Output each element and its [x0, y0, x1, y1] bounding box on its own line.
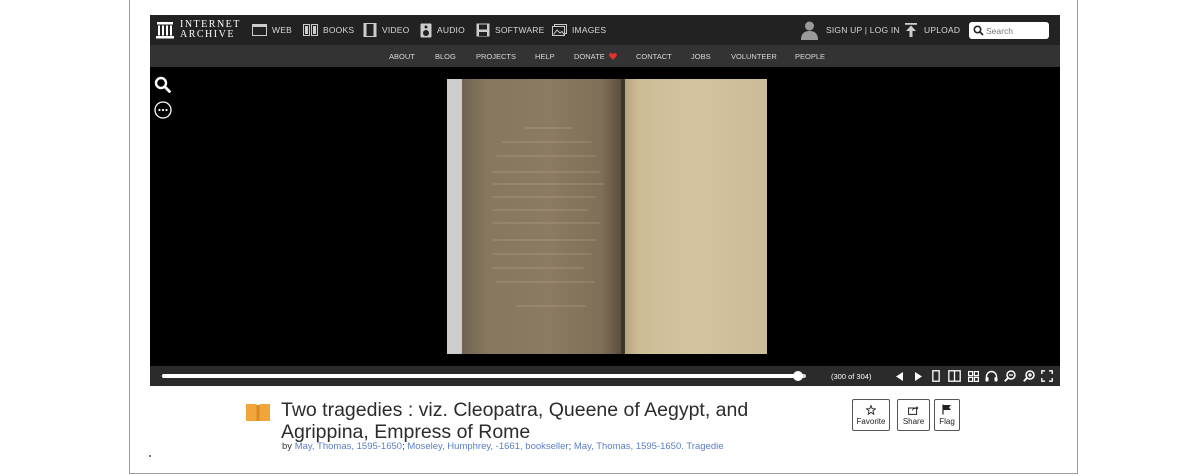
fullscreen-button[interactable] — [1040, 369, 1054, 383]
nav-software-label: SOFTWARE — [495, 25, 545, 35]
nav-web[interactable]: WEB — [252, 15, 292, 45]
zoom-out-button[interactable] — [1003, 369, 1017, 383]
reader-controls: (300 of 304) — [150, 366, 1060, 386]
headphones-icon — [985, 370, 997, 382]
search-icon — [973, 25, 984, 36]
read-aloud-button[interactable] — [984, 369, 998, 383]
next-page-button[interactable] — [911, 369, 925, 383]
right-page[interactable] — [625, 79, 767, 354]
fullscreen-icon — [1041, 370, 1053, 382]
nav-books-label: BOOKS — [323, 25, 355, 35]
logo-line-2: ARCHIVE — [180, 29, 235, 40]
book-reader — [150, 67, 1060, 366]
flag-button[interactable]: Flag — [934, 399, 960, 431]
favorite-label: Favorite — [856, 417, 886, 426]
nav-images-label: IMAGES — [572, 25, 607, 35]
triangle-left-icon — [896, 371, 903, 381]
page-slider-handle[interactable] — [792, 371, 803, 381]
archive-building-icon — [156, 21, 174, 39]
subnav-donate-label: DONATE — [574, 51, 605, 61]
account-link[interactable]: SIGN UP | LOG IN — [801, 15, 900, 45]
page-slider[interactable] — [162, 371, 806, 381]
flag-label: Flag — [939, 417, 955, 426]
nav-audio[interactable]: AUDIO — [420, 15, 465, 45]
star-icon — [866, 404, 876, 415]
images-icon — [552, 24, 567, 36]
item-byline: by May, Thomas, 1595-1650; Moseley, Hump… — [282, 441, 724, 452]
software-icon — [476, 23, 490, 37]
zoom-in-icon — [1023, 370, 1035, 382]
search-box[interactable] — [969, 22, 1049, 39]
zoom-out-icon — [1004, 370, 1016, 382]
share-label: Share — [902, 417, 925, 426]
nav-books[interactable]: BOOKS — [303, 15, 354, 45]
top-navigation: INTERNET ARCHIVE WEB BOOKS VIDEO AUDIO S… — [150, 15, 1060, 45]
nav-video[interactable]: VIDEO — [363, 15, 409, 45]
left-page[interactable] — [462, 79, 621, 354]
previous-page-button[interactable] — [893, 369, 907, 383]
flag-icon — [942, 404, 951, 415]
one-page-view-button[interactable] — [929, 369, 943, 383]
subnav-help[interactable]: HELP — [535, 45, 555, 67]
upload-label: UPLOAD — [924, 25, 961, 35]
subnav-people[interactable]: PEOPLE — [795, 45, 825, 67]
creator-link-3[interactable]: May, Thomas, 1595-1650. Tragedie — [574, 441, 724, 452]
creator-link-2[interactable]: Moseley, Humphrey, -1661, bookseller — [407, 441, 568, 452]
nav-web-label: WEB — [272, 25, 292, 35]
nav-audio-label: AUDIO — [437, 25, 465, 35]
subnav-about[interactable]: ABOUT — [389, 45, 415, 67]
subnav-jobs[interactable]: JOBS — [691, 45, 711, 67]
two-page-view-button[interactable] — [947, 369, 961, 383]
books-icon — [303, 24, 318, 36]
page-stack-edge — [447, 79, 462, 354]
user-icon — [801, 21, 818, 40]
search-icon — [154, 76, 171, 93]
triangle-right-icon — [915, 371, 922, 381]
subnav-contact[interactable]: CONTACT — [636, 45, 672, 67]
byline-fade — [760, 438, 900, 458]
video-icon — [363, 23, 377, 37]
nav-video-label: VIDEO — [382, 25, 410, 35]
page-slider-fill — [162, 374, 798, 378]
heart-icon — [608, 52, 617, 60]
more-options-button[interactable] — [154, 101, 172, 124]
sign-up-log-in-label: SIGN UP | LOG IN — [826, 25, 900, 35]
single-page-icon — [932, 370, 940, 382]
subnav-volunteer[interactable]: VOLUNTEER — [731, 45, 777, 67]
byline-label: by — [282, 441, 293, 452]
ellipsis-icon — [154, 101, 172, 119]
favorite-button[interactable]: Favorite — [852, 399, 890, 431]
subnav-donate[interactable]: DONATE — [574, 45, 617, 67]
internet-archive-logo[interactable]: INTERNET ARCHIVE — [156, 18, 241, 42]
thumbnail-view-button[interactable] — [966, 369, 980, 383]
nav-software[interactable]: SOFTWARE — [476, 15, 544, 45]
search-inside-button[interactable] — [154, 76, 171, 98]
stray-mark — [149, 455, 151, 457]
audio-icon — [420, 23, 432, 37]
share-button[interactable]: Share — [897, 399, 930, 431]
upload-link[interactable]: UPLOAD — [905, 15, 960, 45]
secondary-navigation: ABOUT BLOG PROJECTS HELP DONATE CONTACT … — [150, 45, 1060, 67]
grid-icon — [967, 370, 979, 382]
book-icon — [245, 402, 271, 427]
web-icon — [252, 24, 267, 36]
item-title: Two tragedies : viz. Cleopatra, Queene o… — [281, 399, 749, 443]
zoom-in-button[interactable] — [1022, 369, 1036, 383]
creator-link-1[interactable]: May, Thomas, 1595-1650 — [295, 441, 402, 452]
subnav-blog[interactable]: BLOG — [435, 45, 456, 67]
page-count: (300 of 304) — [831, 371, 872, 381]
subnav-projects[interactable]: PROJECTS — [476, 45, 516, 67]
page-spread[interactable] — [447, 79, 767, 354]
share-icon — [908, 405, 919, 415]
two-page-icon — [947, 370, 961, 382]
nav-images[interactable]: IMAGES — [552, 15, 606, 45]
search-input[interactable] — [986, 25, 1046, 36]
upload-icon — [905, 23, 917, 37]
